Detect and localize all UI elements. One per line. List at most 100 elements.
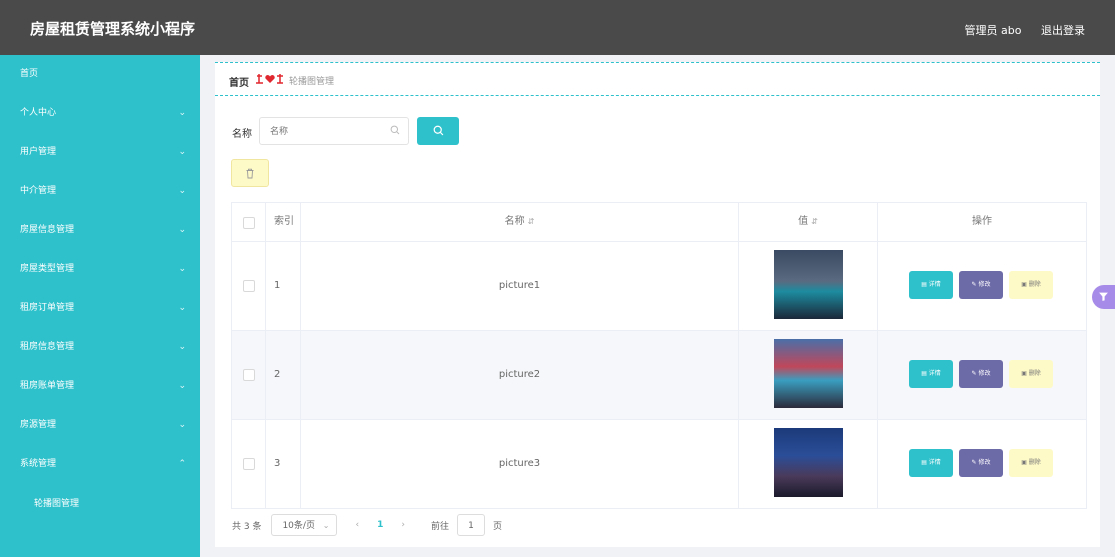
row-index-cell: 3 <box>266 420 301 508</box>
row-value-cell <box>739 331 878 419</box>
row-name: picture2 <box>498 369 541 380</box>
sort-icon: ⇵ <box>527 217 535 226</box>
current-page[interactable]: 1 <box>377 520 383 530</box>
edit-button[interactable]: ✎ 修改 <box>959 449 1003 477</box>
goto-page-input[interactable]: 1 <box>456 514 485 536</box>
sidebar-item-house-type[interactable]: 房屋类型管理 ⌄ <box>0 250 200 289</box>
app-title: 房屋租赁管理系统小程序 <box>30 20 196 38</box>
chevron-down-icon: ⌄ <box>178 264 186 274</box>
detail-button[interactable]: ▤ 详情 <box>909 360 953 388</box>
chevron-down-icon: ⌄ <box>322 521 330 530</box>
trash-icon: ▣ <box>1021 370 1029 377</box>
row-name-cell: picture1 <box>301 242 739 330</box>
sidebar-item-rent-info[interactable]: 租房信息管理 ⌄ <box>0 328 200 367</box>
search-input[interactable] <box>268 119 382 145</box>
edit-label: 修改 <box>978 459 991 466</box>
detail-label: 详情 <box>928 459 941 466</box>
sidebar-item-system[interactable]: 系统管理 ⌃ <box>0 445 200 484</box>
header-index-cell: 索引 <box>266 203 301 241</box>
sidebar-item-users[interactable]: 用户管理 ⌄ <box>0 133 200 172</box>
goto-page-value: 1 <box>468 521 474 531</box>
header-ops: 操作 <box>972 216 992 227</box>
carousel-thumbnail[interactable] <box>774 428 843 497</box>
row-checkbox[interactable] <box>243 369 255 381</box>
sidebar: 首页 个人中心 ⌄ 用户管理 ⌄ 中介管理 ⌄ 房屋信息管理 ⌄ 房屋类型管理 ⌄ 租房订… <box>0 55 200 557</box>
breadcrumb-home[interactable]: 首页 <box>229 74 249 89</box>
row-name-cell: picture3 <box>301 420 739 508</box>
select-all-checkbox[interactable] <box>243 217 255 229</box>
sidebar-item-rent-orders[interactable]: 租房订单管理 ⌄ <box>0 289 200 328</box>
top-bar: 房屋租赁管理系统小程序 管理员 abo 退出登录 <box>0 0 1115 55</box>
prev-page-button[interactable]: ‹ <box>355 520 359 530</box>
row-value-cell <box>739 242 878 330</box>
row-checkbox[interactable] <box>243 280 255 292</box>
detail-icon: ▤ <box>921 459 929 466</box>
breadcrumb: 首页 轮播图管理 <box>215 62 1100 96</box>
header-ops-cell: 操作 <box>878 203 1086 241</box>
chevron-up-icon: ⌃ <box>178 459 186 469</box>
header-value-cell[interactable]: 值 ⇵ <box>739 203 878 241</box>
row-check-cell <box>232 242 266 330</box>
detail-label: 详情 <box>928 370 941 377</box>
carousel-thumbnail[interactable] <box>774 250 843 319</box>
sort-icon: ⇵ <box>811 217 818 226</box>
header-name: 名称 <box>504 216 525 227</box>
row-checkbox[interactable] <box>243 458 255 470</box>
row-actions: ▤ 详情 ✎ 修改 ▣ 删除 <box>909 271 1059 299</box>
logout-button[interactable]: 退出登录 <box>1041 24 1085 37</box>
search-icon <box>433 125 444 139</box>
row-name: picture1 <box>498 280 541 291</box>
delete-button[interactable]: ▣ 删除 <box>1009 449 1053 477</box>
row-index: 2 <box>274 369 281 380</box>
chevron-down-icon: ⌄ <box>178 342 186 352</box>
delete-button[interactable]: ▣ 删除 <box>1009 271 1053 299</box>
sidebar-item-personal[interactable]: 个人中心 ⌄ <box>0 94 200 133</box>
sidebar-item-listings[interactable]: 房源管理 ⌄ <box>0 406 200 445</box>
sidebar-item-rent-bills[interactable]: 租房账单管理 ⌄ <box>0 367 200 406</box>
heart-icon <box>255 73 285 88</box>
breadcrumb-current: 轮播图管理 <box>289 77 335 87</box>
chevron-down-icon: ⌄ <box>178 186 186 196</box>
trash-icon <box>245 168 255 182</box>
next-page-button[interactable]: › <box>401 520 405 530</box>
batch-delete-button[interactable] <box>231 159 269 187</box>
carousel-thumbnail[interactable] <box>774 339 843 408</box>
filter-icon <box>1098 291 1109 305</box>
search-input-wrapper <box>259 117 409 145</box>
page-size-select[interactable]: 10条/页 ⌄ <box>271 514 338 536</box>
sidebar-item-home[interactable]: 首页 <box>0 55 200 94</box>
edit-button[interactable]: ✎ 修改 <box>959 360 1003 388</box>
sidebar-item-label: 中介管理 <box>20 186 57 196</box>
row-check-cell <box>232 331 266 419</box>
row-ops-cell: ▤ 详情 ✎ 修改 ▣ 删除 <box>878 331 1086 419</box>
chevron-down-icon: ⌄ <box>178 147 186 157</box>
row-name: picture3 <box>498 458 541 469</box>
sidebar-item-label: 用户管理 <box>20 147 57 157</box>
sidebar-item-label: 首页 <box>20 69 39 79</box>
table-row: 2 picture2 ▤ 详情 ✎ 修改 ▣ 删除 <box>232 331 1086 420</box>
chevron-down-icon: ⌄ <box>178 381 186 391</box>
detail-icon: ▤ <box>921 281 929 288</box>
goto-unit: 页 <box>492 521 502 532</box>
floating-action-button[interactable] <box>1092 285 1115 309</box>
sidebar-item-label: 租房信息管理 <box>20 342 75 352</box>
sidebar-item-label: 个人中心 <box>20 108 57 118</box>
sidebar-item-agents[interactable]: 中介管理 ⌄ <box>0 172 200 211</box>
row-actions: ▤ 详情 ✎ 修改 ▣ 删除 <box>909 449 1059 477</box>
detail-button[interactable]: ▤ 详情 <box>909 271 953 299</box>
sidebar-item-house-info[interactable]: 房屋信息管理 ⌄ <box>0 211 200 250</box>
sidebar-subitem-carousel[interactable]: 轮播图管理 <box>0 484 200 524</box>
main-panel: 首页 轮播图管理 名称 索引 名称⇵ 值⇵ 操作 <box>215 62 1100 547</box>
row-name-cell: picture2 <box>301 331 739 419</box>
search-icon <box>390 125 400 138</box>
sidebar-item-label: 房源管理 <box>20 420 57 430</box>
search-button[interactable] <box>417 117 459 145</box>
header-name-cell[interactable]: 名称 ⇵ <box>301 203 739 241</box>
detail-button[interactable]: ▤ 详情 <box>909 449 953 477</box>
user-name[interactable]: 管理员 abo <box>965 24 1022 37</box>
delete-button[interactable]: ▣ 删除 <box>1009 360 1053 388</box>
row-value-cell <box>739 420 878 508</box>
edit-button[interactable]: ✎ 修改 <box>959 271 1003 299</box>
search-label: 名称 <box>232 129 252 140</box>
sidebar-item-label: 租房账单管理 <box>20 381 75 391</box>
